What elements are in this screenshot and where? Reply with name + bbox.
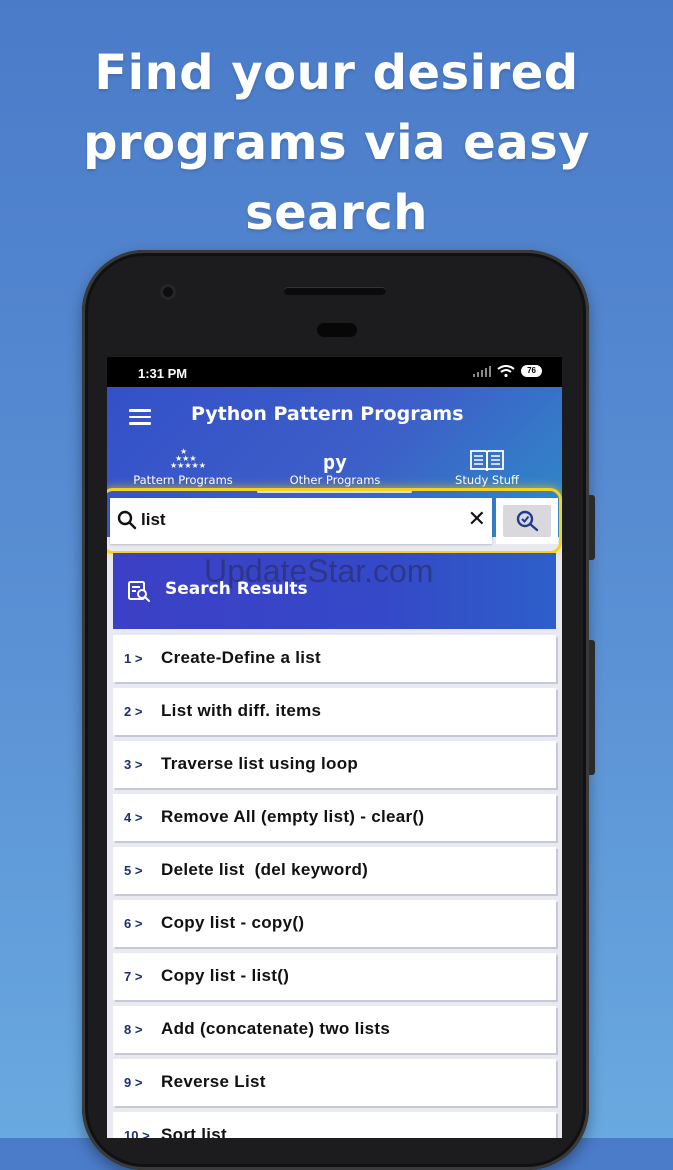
watermark: UpdateStar.com	[204, 553, 434, 589]
item-number: 9 >	[124, 1075, 143, 1090]
menu-icon[interactable]	[129, 409, 151, 429]
item-label: Create-Define a list	[161, 648, 321, 667]
headline-line-1: Find your desired	[94, 45, 579, 101]
item-label: Delete list (del keyword)	[161, 860, 369, 879]
status-icons: 76	[473, 365, 542, 377]
item-number: 2 >	[124, 704, 143, 719]
item-label: Add (concatenate) two lists	[161, 1019, 391, 1038]
item-label: Sort list	[161, 1125, 227, 1138]
svg-text:★★★★★: ★★★★★	[170, 461, 206, 470]
star-pyramid-icon: ★ ★★★ ★★★★★	[170, 447, 206, 470]
item-number: 8 >	[124, 1022, 143, 1037]
tab-label: Pattern Programs	[133, 473, 233, 487]
list-item[interactable]: 2 > List with diff. items	[113, 688, 556, 735]
list-item[interactable]: 6 > Copy list - copy()	[113, 900, 556, 947]
list-item[interactable]: 10 > Sort list	[113, 1112, 556, 1138]
results-icon	[128, 581, 150, 602]
list-item[interactable]: 3 > Traverse list using loop	[113, 741, 556, 788]
item-number: 1 >	[124, 651, 143, 666]
tab-label: Other Programs	[289, 473, 381, 487]
item-label: Copy list - list()	[161, 966, 290, 985]
results-list: 1 > Create-Define a list 2 > List with d…	[113, 635, 556, 1138]
front-camera	[160, 284, 176, 300]
list-item[interactable]: 8 > Add (concatenate) two lists	[113, 1006, 556, 1053]
py-icon: py	[322, 450, 348, 474]
list-item[interactable]: 7 > Copy list - list()	[113, 953, 556, 1000]
search-highlight	[107, 488, 562, 554]
proximity-sensor	[317, 323, 357, 337]
phone-power-button	[589, 640, 595, 775]
item-label: Remove All (empty list) - clear()	[161, 807, 425, 826]
item-label: Reverse List	[161, 1072, 266, 1091]
wifi-icon	[497, 365, 515, 377]
open-book-icon	[470, 450, 504, 472]
item-number: 4 >	[124, 810, 143, 825]
item-label: Traverse list using loop	[161, 754, 359, 773]
earpiece-speaker	[284, 287, 386, 295]
headline-line-2: programs via easy	[83, 115, 590, 171]
item-number: 5 >	[124, 863, 143, 878]
item-label: Copy list - copy()	[161, 913, 305, 932]
battery-icon: 76	[521, 365, 542, 377]
signal-icon	[473, 365, 492, 377]
app-title: Python Pattern Programs	[191, 403, 464, 425]
tab-other-programs[interactable]: py Other Programs	[273, 447, 397, 487]
item-number: 6 >	[124, 916, 143, 931]
tab-pattern-programs[interactable]: ★ ★★★ ★★★★★ Pattern Programs	[121, 447, 245, 487]
headline-line-3: search	[245, 185, 428, 241]
list-item[interactable]: 5 > Delete list (del keyword)	[113, 847, 556, 894]
status-bar: 1:31 PM 76	[107, 357, 562, 387]
item-label: List with diff. items	[161, 701, 322, 720]
phone-volume-button	[589, 495, 595, 560]
list-item[interactable]: 9 > Reverse List	[113, 1059, 556, 1106]
phone-screen: 1:31 PM 76 Python Pattern Programs ★ ★★★…	[107, 357, 562, 1138]
item-number: 10 >	[124, 1128, 150, 1138]
tab-label: Study Stuff	[455, 473, 519, 487]
list-item[interactable]: 4 > Remove All (empty list) - clear()	[113, 794, 556, 841]
item-number: 3 >	[124, 757, 143, 772]
promo-headline: Find your desired programs via easy sear…	[0, 38, 673, 248]
tab-study-stuff[interactable]: Study Stuff	[425, 447, 549, 487]
item-number: 7 >	[124, 969, 143, 984]
list-item[interactable]: 1 > Create-Define a list	[113, 635, 556, 682]
status-time: 1:31 PM	[138, 366, 188, 381]
